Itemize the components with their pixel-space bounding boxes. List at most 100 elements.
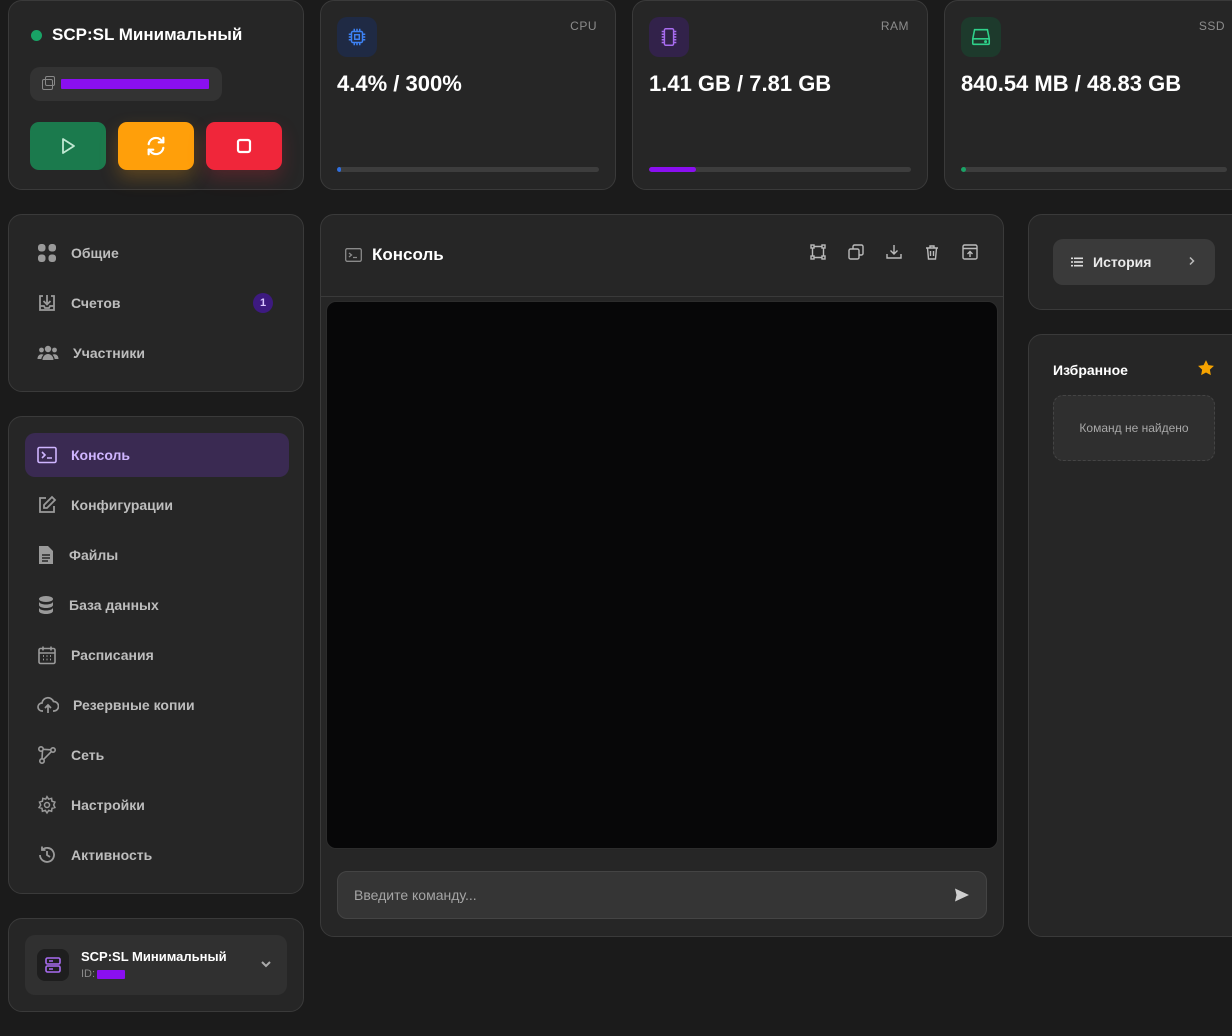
nav-item-backups[interactable]: Резервные копии: [25, 683, 289, 727]
notification-badge: 1: [253, 293, 273, 313]
command-input[interactable]: [338, 872, 986, 918]
server-address[interactable]: [30, 67, 222, 101]
cpu-value: 4.4% / 300%: [337, 71, 462, 96]
server-selector[interactable]: SCP:SL Минимальный ID:: [25, 935, 287, 995]
nav-item-label: Консоль: [71, 447, 131, 463]
play-icon: [62, 138, 75, 154]
server-title: SCP:SL Минимальный: [31, 25, 242, 45]
nav-item-label: Сеть: [71, 747, 105, 763]
copy-icon[interactable]: [847, 243, 865, 261]
hard-drive-icon: [961, 17, 1001, 57]
ram-stat-card: RAM 1.41 GB / 7.81 GB: [632, 0, 928, 190]
cloud-upload-icon: [37, 696, 59, 713]
file-icon: [39, 546, 53, 564]
console-title: Консоль: [345, 245, 444, 265]
terminal-icon: [37, 446, 57, 464]
nav-item-general[interactable]: Общие: [25, 231, 289, 275]
nav-item-label: Общие: [71, 245, 119, 261]
redacted-id: [97, 969, 126, 979]
expand-icon[interactable]: [809, 243, 827, 261]
nav-item-label: Резервные копии: [73, 697, 195, 713]
nav-item-database[interactable]: База данных: [25, 583, 289, 627]
nav-item-activity[interactable]: Активность: [25, 833, 289, 877]
cpu-usage-fill: [337, 167, 341, 172]
nav-item-settings[interactable]: Настройки: [25, 783, 289, 827]
history-panel: История: [1028, 214, 1232, 310]
ssd-usage-fill: [961, 167, 966, 172]
nav-item-label: Счетов: [71, 295, 121, 311]
popout-icon[interactable]: [961, 243, 979, 261]
favorites-title: Избранное: [1053, 362, 1128, 378]
command-field[interactable]: [337, 871, 987, 919]
star-icon[interactable]: [1197, 359, 1215, 377]
server-selector-panel: SCP:SL Минимальный ID:: [8, 918, 304, 1012]
nav-item-label: Файлы: [69, 547, 119, 563]
favorites-panel: Избранное Команд не найдено: [1028, 334, 1232, 937]
redacted-address: [61, 79, 209, 89]
nav-item-configurations[interactable]: Конфигурации: [25, 483, 289, 527]
history-icon: [39, 846, 55, 863]
nav-item-label: Настройки: [71, 797, 145, 813]
cpu-label: CPU: [570, 19, 597, 33]
nav-item-label: Конфигурации: [71, 497, 173, 513]
download-box-icon: [39, 295, 55, 311]
chevron-down-icon: [261, 961, 271, 968]
server-icon: [37, 949, 69, 981]
copy-icon[interactable]: [42, 75, 55, 90]
status-dot: [31, 29, 42, 41]
cpu-usage-bar: [337, 167, 599, 172]
console-output[interactable]: [326, 301, 998, 849]
favorites-empty-state: Команд не найдено: [1053, 395, 1215, 461]
nav-item-files[interactable]: Файлы: [25, 533, 289, 577]
nav-item-label: Участники: [73, 345, 145, 361]
send-icon[interactable]: [954, 887, 970, 903]
ssd-value: 840.54 MB / 48.83 GB: [961, 71, 1182, 96]
stop-icon: [236, 138, 252, 154]
restart-button[interactable]: [118, 122, 194, 170]
nav-general: Общие Счетов 1 Участники: [8, 214, 304, 392]
ram-value: 1.41 GB / 7.81 GB: [649, 71, 832, 96]
nav-item-accounts[interactable]: Счетов 1: [25, 281, 289, 325]
ssd-usage-bar: [961, 167, 1227, 172]
console-header: Консоль: [321, 215, 1003, 297]
nav-item-label: Активность: [71, 847, 153, 863]
history-label: История: [1093, 254, 1152, 270]
nav-item-label: Расписания: [71, 647, 154, 663]
users-icon: [37, 345, 59, 360]
ram-usage-bar: [649, 167, 911, 172]
nav-item-console[interactable]: Консоль: [25, 433, 289, 477]
terminal-icon: [345, 248, 362, 262]
nav-item-members[interactable]: Участники: [25, 331, 289, 375]
stop-button[interactable]: [206, 122, 282, 170]
network-icon: [37, 745, 57, 765]
nav-item-schedules[interactable]: Расписания: [25, 633, 289, 677]
nav-item-label: База данных: [69, 597, 159, 613]
history-button[interactable]: История: [1053, 239, 1215, 285]
refresh-icon: [147, 136, 165, 156]
download-icon[interactable]: [885, 243, 903, 261]
database-icon: [39, 596, 53, 614]
ssd-label: SSD: [1198, 19, 1225, 33]
list-icon: [1071, 257, 1083, 267]
cpu-stat-card: CPU 4.4% / 300%: [320, 0, 616, 190]
console-panel: Консоль: [320, 214, 1004, 937]
selected-server-name: SCP:SL Минимальный: [81, 949, 227, 964]
memory-icon: [649, 17, 689, 57]
ram-usage-fill: [649, 167, 697, 172]
server-card: SCP:SL Минимальный: [8, 0, 304, 190]
selected-server-id: ID:: [81, 968, 126, 980]
nav-item-network[interactable]: Сеть: [25, 733, 289, 777]
grid-icon: [38, 244, 56, 262]
server-name: SCP:SL Минимальный: [52, 25, 243, 44]
console-toolbar: [809, 243, 979, 261]
console-title-text: Консоль: [372, 245, 444, 264]
ram-label: RAM: [880, 19, 909, 33]
trash-icon[interactable]: [923, 243, 941, 261]
calendar-icon: [38, 646, 56, 665]
nav-main: Консоль Конфигурации Файлы База данных Р…: [8, 416, 304, 894]
start-button[interactable]: [30, 122, 106, 170]
ssd-stat-card: SSD 840.54 MB / 48.83 GB: [944, 0, 1232, 190]
cpu-icon: [337, 17, 377, 57]
chevron-right-icon: [1189, 256, 1195, 266]
edit-icon: [39, 495, 57, 513]
